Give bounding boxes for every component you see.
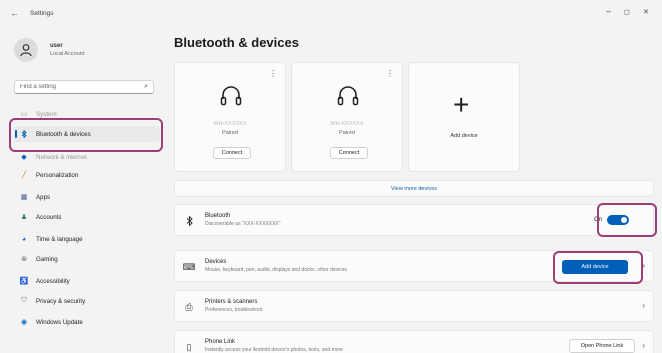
bluetooth-icon xyxy=(183,215,195,227)
sidebar-item-label: Gaming xyxy=(36,255,58,263)
phone-link-title: Phone Link xyxy=(205,339,236,345)
sidebar-item-label: Accounts xyxy=(36,213,62,221)
user-name: user xyxy=(50,43,63,49)
chevron-right-icon[interactable]: › xyxy=(642,301,645,310)
gamepad-icon: ⊜ xyxy=(21,256,27,263)
avatar xyxy=(14,38,38,62)
printers-subtitle: Preferences, troubleshoot xyxy=(205,307,263,313)
bluetooth-icon xyxy=(20,130,28,138)
device-status: Paired xyxy=(339,130,355,136)
sidebar-item-windows-update[interactable]: ◉ Windows Update xyxy=(14,314,160,330)
devices-row[interactable]: ⌨ Devices Mouse, keyboard, pen, audio, d… xyxy=(174,250,654,282)
sidebar-item-label: Time & language xyxy=(36,235,83,243)
globe-clock-icon: ◕ xyxy=(21,235,27,243)
sidebar-item-label: Network & internet xyxy=(36,153,87,161)
device-name: WH-XXXXXX xyxy=(330,121,364,127)
search-icon[interactable]: ⌕ xyxy=(144,83,148,91)
sidebar-item-system[interactable]: ▭ System xyxy=(14,106,160,122)
bluetooth-title: Bluetooth xyxy=(205,213,231,219)
headphones-icon xyxy=(220,86,242,106)
maximize-icon[interactable]: ◻ xyxy=(624,8,630,16)
sidebar-item-label: Personalization xyxy=(36,171,79,179)
view-more-devices-link[interactable]: View more devices xyxy=(174,180,654,197)
search-input[interactable] xyxy=(15,81,125,93)
open-phone-link-button[interactable]: Open Phone Link xyxy=(569,339,635,353)
printer-icon: ⎙ xyxy=(185,301,193,312)
phone-icon: ▯ xyxy=(186,341,192,352)
sidebar-item-personalization[interactable]: ╱ Personalization xyxy=(14,167,160,183)
apps-icon: ▦ xyxy=(20,194,28,201)
printers-title: Printers & scanners xyxy=(205,299,258,305)
add-device-card[interactable]: + Add device xyxy=(408,62,520,172)
chevron-right-icon[interactable]: › xyxy=(642,341,645,350)
toggle-state-label: On xyxy=(593,217,602,223)
sidebar-item-privacy[interactable]: ⛉ Privacy & security xyxy=(14,293,160,309)
connect-button[interactable]: Connect xyxy=(213,147,251,159)
close-icon[interactable]: ✕ xyxy=(643,8,649,16)
more-options-icon[interactable]: ⋮ xyxy=(386,69,394,78)
sidebar-item-apps[interactable]: ▦ Apps xyxy=(14,189,160,205)
devices-title: Devices xyxy=(205,259,227,265)
sidebar-item-bluetooth-devices[interactable]: Bluetooth & devices xyxy=(14,126,160,142)
bluetooth-toggle-group[interactable]: On xyxy=(594,215,629,225)
wifi-icon: ◆ xyxy=(21,154,27,161)
sidebar-item-label: Bluetooth & devices xyxy=(36,130,91,138)
search-box[interactable]: ⌕ xyxy=(14,80,154,94)
sidebar-item-label: Windows Update xyxy=(36,318,83,326)
bluetooth-subtitle: Discoverable as "XXX-XXXXXXX" xyxy=(205,221,281,227)
device-name: WH-XXXXXX xyxy=(213,121,247,127)
minimize-icon[interactable]: – xyxy=(606,6,611,16)
sidebar-item-label: Privacy & security xyxy=(36,297,86,305)
sidebar-item-gaming[interactable]: ⊜ Gaming xyxy=(14,251,160,267)
brush-icon: ╱ xyxy=(21,172,27,179)
phone-link-subtitle: Instantly access your Android device's p… xyxy=(205,347,343,353)
sidebar-item-accessibility[interactable]: ♿ Accessibility xyxy=(14,273,160,289)
printers-scanners-row[interactable]: ⎙ Printers & scanners Preferences, troub… xyxy=(174,290,654,322)
update-icon: ◉ xyxy=(20,319,28,326)
accessibility-icon: ♿ xyxy=(19,278,29,285)
plus-icon: + xyxy=(453,89,470,120)
add-device-label: Add device xyxy=(450,133,478,139)
person-icon xyxy=(20,44,32,57)
bluetooth-toggle[interactable] xyxy=(607,215,629,225)
phone-link-row[interactable]: ▯ Phone Link Instantly access your Andro… xyxy=(174,330,654,353)
devices-subtitle: Mouse, keyboard, pen, audio, displays an… xyxy=(205,267,348,273)
bluetooth-row: Bluetooth Discoverable as "XXX-XXXXXXX" … xyxy=(174,204,654,236)
sidebar-item-time-language[interactable]: ◕ Time & language xyxy=(14,231,160,247)
user-account-type: Local Account xyxy=(50,51,85,57)
sidebar-item-label: Apps xyxy=(36,193,51,201)
sidebar-item-accounts[interactable]: ♟ Accounts xyxy=(14,209,160,225)
sidebar-item-network[interactable]: ◆ Network & internet xyxy=(14,149,160,165)
page-title: Bluetooth & devices xyxy=(174,35,299,50)
title-bar: ← Settings – ◻ ✕ xyxy=(0,0,662,26)
window-title: Settings xyxy=(30,10,54,17)
back-arrow-icon[interactable]: ← xyxy=(10,8,19,18)
sidebar-item-label: Accessibility xyxy=(36,277,70,285)
connect-button[interactable]: Connect xyxy=(330,147,368,159)
sidebar-item-label: System xyxy=(36,110,57,118)
device-status: Paired xyxy=(222,130,238,136)
device-card[interactable]: ⋮ WH-XXXXXX Paired Connect xyxy=(174,62,286,172)
add-device-button[interactable]: Add device xyxy=(562,260,628,274)
device-card[interactable]: ⋮ WH-XXXXXX Paired Connect xyxy=(291,62,403,172)
chevron-right-icon[interactable]: › xyxy=(642,261,645,270)
keyboard-mouse-icon: ⌨ xyxy=(182,261,196,272)
shield-icon: ⛉ xyxy=(21,297,27,304)
person-icon: ♟ xyxy=(20,214,28,221)
more-options-icon[interactable]: ⋮ xyxy=(269,69,277,78)
monitor-icon: ▭ xyxy=(20,111,28,118)
headphones-icon xyxy=(337,86,359,106)
